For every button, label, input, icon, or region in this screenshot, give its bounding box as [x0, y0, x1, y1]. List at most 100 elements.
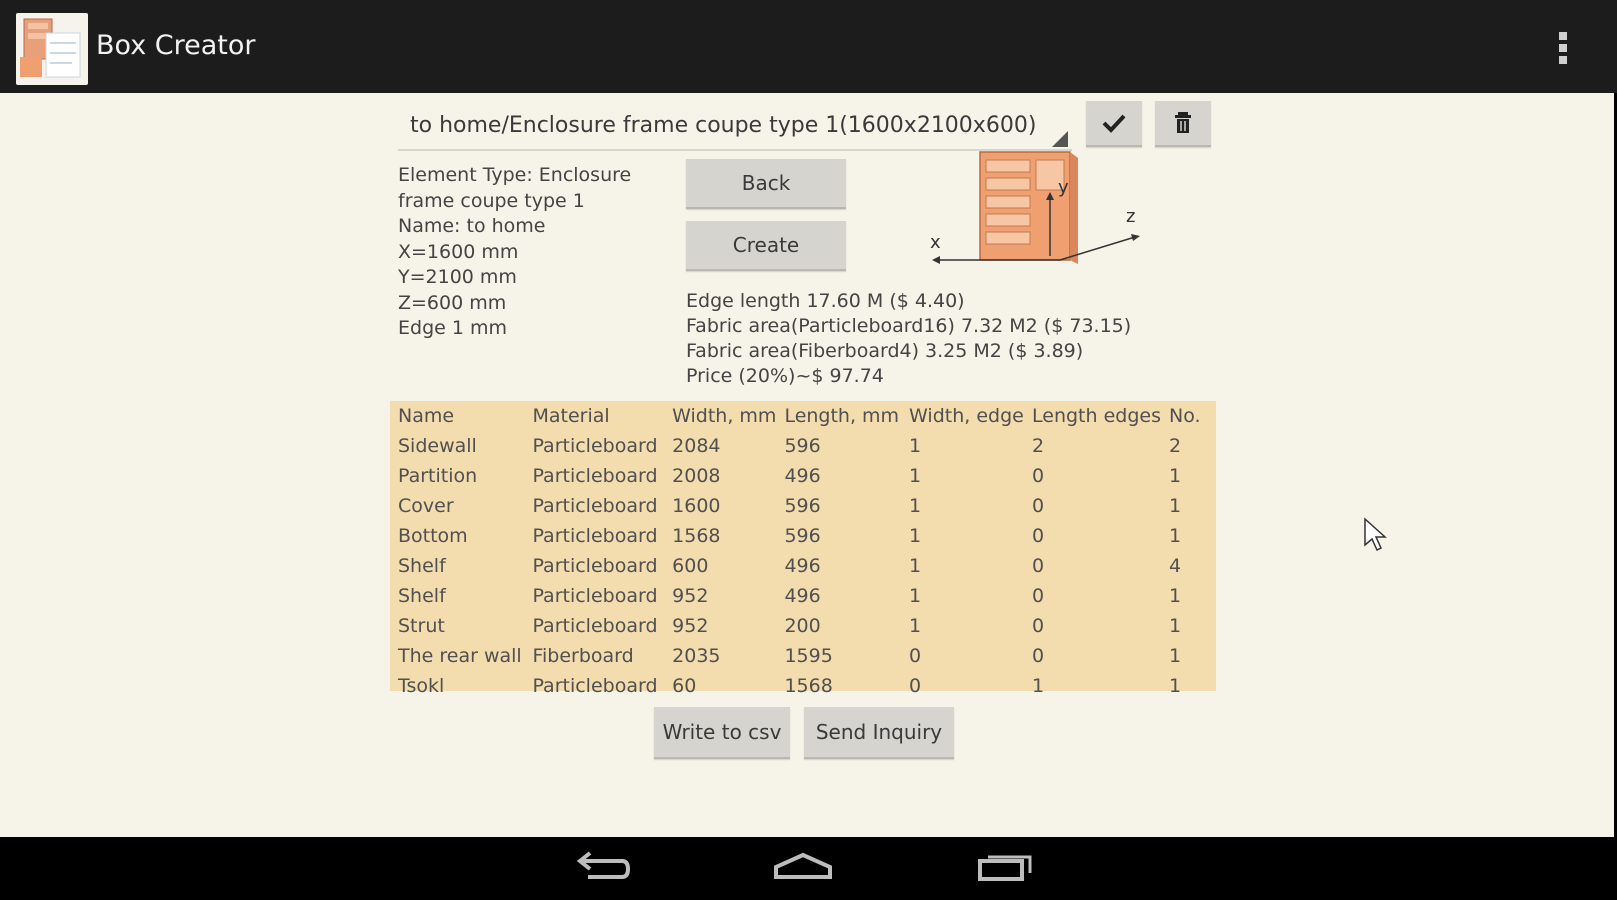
cell-width-edge: 1	[909, 465, 922, 487]
cell-name: Shelf	[398, 555, 446, 577]
cell-material: Particleboard	[532, 585, 658, 607]
cell-number: 1	[1168, 615, 1182, 637]
z-axis-label: z	[1126, 206, 1135, 227]
price-text: Price (20%)~$ 97.74	[686, 365, 884, 387]
navigation-bar	[0, 837, 1617, 900]
spinner-dropdown-icon	[1052, 131, 1068, 147]
cell-width-edge: 0	[909, 675, 922, 697]
cell-length-edges: 0	[1032, 645, 1045, 667]
cell-length: 1568	[784, 675, 833, 697]
screen: Box Creator to home/Enclosure frame coup…	[0, 0, 1617, 900]
confirm-button[interactable]	[1086, 101, 1142, 147]
cell-name: The rear wall	[398, 645, 522, 667]
cell-material: Particleboard	[532, 525, 658, 547]
cell-material: Fiberboard	[532, 645, 634, 667]
cell-width: 952	[672, 615, 709, 637]
cell-length-edges: 1	[1032, 675, 1045, 697]
cell-length-edges: 0	[1032, 465, 1045, 487]
cell-number: 1	[1168, 585, 1182, 607]
cell-length: 496	[784, 465, 821, 487]
write-csv-button[interactable]: Write to csv	[654, 707, 790, 759]
checkmark-icon	[1102, 114, 1126, 133]
cell-width: 1568	[672, 525, 721, 547]
table-header-row: Name Material Width, mm Length, mm Width…	[390, 401, 1216, 431]
cabinet-diagram: y x z	[920, 148, 1150, 273]
cell-length: 596	[784, 495, 821, 517]
element-type-line2: frame coupe type 1	[398, 189, 585, 212]
cell-length-edges: 0	[1032, 585, 1045, 607]
send-inquiry-button[interactable]: Send Inquiry	[804, 707, 954, 759]
cell-length: 200	[784, 615, 821, 637]
cell-material: Particleboard	[532, 675, 658, 697]
nav-back-icon[interactable]	[566, 847, 636, 891]
element-name: Name: to home	[398, 215, 546, 237]
action-bar: Box Creator	[0, 0, 1617, 93]
x-axis-label: x	[930, 232, 941, 253]
table-row: The rear wall Fiberboard 2035 1595 0 0 1	[390, 641, 1216, 671]
element-selector-spinner[interactable]: to home/Enclosure frame coupe type 1(160…	[398, 105, 1072, 151]
header-length-edges: Length edges	[1032, 405, 1161, 427]
cell-length: 596	[784, 435, 821, 457]
app-title: Box Creator	[96, 30, 256, 61]
header-material: Material	[532, 405, 610, 427]
cell-material: Particleboard	[532, 465, 658, 487]
cell-length-edges: 0	[1032, 615, 1045, 637]
table-row: Shelf Particleboard 600 496 1 0 4	[390, 551, 1216, 581]
fabric-fiberboard-text: Fabric area(Fiberboard4) 3.25 M2 ($ 3.89…	[686, 340, 1084, 362]
delete-button[interactable]	[1155, 101, 1211, 147]
cell-material: Particleboard	[532, 555, 658, 577]
cell-width-edge: 1	[909, 555, 922, 577]
overflow-menu-icon[interactable]	[1548, 28, 1578, 68]
cell-width: 2035	[672, 645, 721, 667]
cell-width-edge: 1	[909, 525, 922, 547]
table-row: Sidewall Particleboard 2084 596 1 2 2	[390, 431, 1216, 461]
cell-length-edges: 0	[1032, 525, 1045, 547]
nav-home-icon[interactable]	[768, 847, 838, 891]
cell-length-edges: 0	[1032, 555, 1045, 577]
cell-number: 2	[1168, 435, 1182, 457]
header-number: No.	[1168, 405, 1201, 427]
header-width: Width, mm	[672, 405, 777, 427]
cell-number: 4	[1168, 555, 1182, 577]
cell-material: Particleboard	[532, 495, 658, 517]
cell-length: 496	[784, 555, 821, 577]
cell-material: Particleboard	[532, 615, 658, 637]
cell-name: Bottom	[398, 525, 468, 547]
cell-material: Particleboard	[532, 435, 658, 457]
cell-width: 1600	[672, 495, 721, 517]
cell-width-edge: 0	[909, 645, 922, 667]
cell-width: 2008	[672, 465, 721, 487]
parts-table-container: Name Material Width, mm Length, mm Width…	[390, 401, 1216, 697]
table-row: Partition Particleboard 2008 496 1 0 1	[390, 461, 1216, 491]
cell-width: 952	[672, 585, 709, 607]
mouse-cursor-icon	[1364, 517, 1387, 552]
create-button[interactable]: Create	[686, 221, 846, 271]
element-edge: Edge 1 mm	[398, 317, 507, 339]
element-info: Element Type: Enclosure frame coupe type…	[398, 163, 631, 342]
cell-name: Strut	[398, 615, 445, 637]
cell-width: 600	[672, 555, 709, 577]
cell-number: 1	[1168, 495, 1182, 517]
table-row: Bottom Particleboard 1568 596 1 0 1	[390, 521, 1216, 551]
back-button[interactable]: Back	[686, 159, 846, 209]
fabric-particleboard-text: Fabric area(Particleboard16) 7.32 M2 ($ …	[686, 315, 1132, 337]
cell-width-edge: 1	[909, 615, 922, 637]
cell-length: 496	[784, 585, 821, 607]
header-width-edge: Width, edge	[909, 405, 1024, 427]
app-box-icon[interactable]	[16, 13, 88, 85]
trash-icon	[1175, 112, 1191, 133]
element-type-line1: Element Type: Enclosure	[398, 164, 632, 186]
cell-width: 2084	[672, 435, 721, 457]
y-axis-label: y	[1058, 177, 1069, 198]
cell-length-edges: 0	[1032, 495, 1045, 517]
table-row: Cover Particleboard 1600 596 1 0 1	[390, 491, 1216, 521]
cell-name: Cover	[398, 495, 454, 517]
table-row: Shelf Particleboard 952 496 1 0 1	[390, 581, 1216, 611]
cell-length-edges: 2	[1032, 435, 1045, 457]
element-y: Y=2100 mm	[398, 266, 517, 288]
cell-width-edge: 1	[909, 435, 922, 457]
cell-length: 1595	[784, 645, 833, 667]
cell-width-edge: 1	[909, 495, 922, 517]
header-length: Length, mm	[784, 405, 900, 427]
nav-recents-icon[interactable]	[970, 847, 1040, 891]
